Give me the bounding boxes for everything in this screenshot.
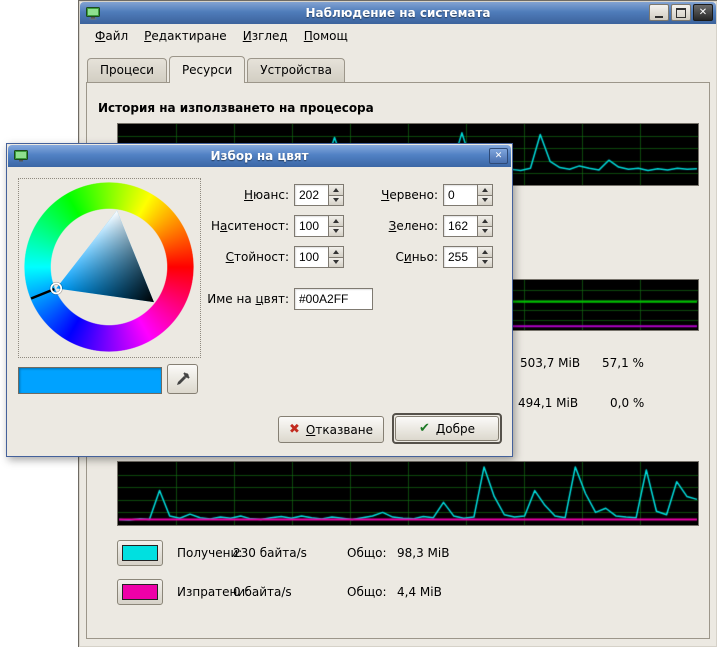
up-arrow-icon: [333, 250, 339, 254]
down-arrow-icon: [333, 198, 339, 202]
menu-help[interactable]: Помощ: [298, 27, 354, 45]
blue-input[interactable]: [443, 246, 477, 268]
maximize-icon: [676, 8, 686, 18]
eyedropper-button[interactable]: [167, 364, 198, 394]
swap-used-percent: 0,0 %: [610, 396, 644, 410]
ok-icon: ✔: [419, 422, 430, 435]
hue-decrement-button[interactable]: [328, 196, 344, 207]
received-color-button[interactable]: [117, 540, 163, 566]
tabstrip: Процеси Ресурси Устройства: [87, 56, 347, 83]
down-arrow-icon: [482, 260, 488, 264]
saturation-decrement-button[interactable]: [328, 227, 344, 238]
app-icon: [85, 5, 101, 21]
up-arrow-icon: [482, 250, 488, 254]
red-decrement-button[interactable]: [477, 196, 493, 207]
down-arrow-icon: [482, 198, 488, 202]
color-name-label: Име на цвят:: [197, 292, 289, 306]
received-total: 98,3 MiB: [397, 546, 449, 560]
green-label: Зелено:: [346, 219, 438, 233]
down-arrow-icon: [333, 260, 339, 264]
tab-resources[interactable]: Ресурси: [169, 56, 245, 83]
memory-used-amount: 503,7 MiB: [520, 356, 580, 370]
value-input[interactable]: [294, 246, 328, 268]
hue-spinbox: [294, 184, 344, 206]
received-total-label: Общо:: [347, 546, 387, 560]
value-decrement-button[interactable]: [328, 258, 344, 269]
blue-spinbox: [443, 246, 493, 268]
ok-label: Добре: [436, 422, 475, 436]
value-label: Стойност:: [197, 250, 289, 264]
received-color-swatch: [122, 545, 158, 561]
hsv-triangle[interactable]: [24, 182, 194, 352]
swap-used-amount: 494,1 MiB: [518, 396, 578, 410]
color-picker-dialog: Избор на цвят ✕: [6, 143, 513, 457]
sent-total: 4,4 MiB: [397, 585, 442, 599]
green-increment-button[interactable]: [477, 215, 493, 227]
saturation-increment-button[interactable]: [328, 215, 344, 227]
dialog-title: Избор на цвят: [8, 149, 511, 163]
network-history-chart: [117, 461, 699, 526]
main-titlebar[interactable]: Наблюдение на системата ✕: [80, 2, 716, 24]
value-spinbox: [294, 246, 344, 268]
sent-color-button[interactable]: [117, 579, 163, 605]
minimize-button[interactable]: [649, 4, 669, 21]
ok-button[interactable]: ✔ Добре: [395, 416, 499, 441]
memory-used-percent: 57,1 %: [602, 356, 644, 370]
hue-increment-button[interactable]: [328, 184, 344, 196]
color-wheel-widget[interactable]: [18, 178, 201, 358]
down-arrow-icon: [333, 229, 339, 233]
main-window-title: Наблюдение на системата: [80, 6, 716, 20]
up-arrow-icon: [482, 219, 488, 223]
up-arrow-icon: [333, 188, 339, 192]
menu-file[interactable]: Файл: [89, 27, 134, 45]
sent-color-swatch: [122, 584, 158, 600]
green-spinbox: [443, 215, 493, 237]
sent-rate: 0 байта/s: [233, 585, 292, 599]
value-increment-button[interactable]: [328, 246, 344, 258]
received-rate: 230 байта/s: [233, 546, 307, 560]
close-icon: ✕: [699, 8, 707, 18]
blue-increment-button[interactable]: [477, 246, 493, 258]
up-arrow-icon: [482, 188, 488, 192]
minimize-icon: [655, 16, 663, 18]
up-arrow-icon: [333, 219, 339, 223]
window-controls: ✕: [649, 4, 713, 21]
hue-input[interactable]: [294, 184, 328, 206]
ok-default-ring: ✔ Добре: [392, 413, 502, 444]
color-preview: [18, 367, 162, 394]
eyedropper-icon: [174, 370, 192, 388]
green-decrement-button[interactable]: [477, 227, 493, 238]
close-icon: ✕: [495, 152, 503, 161]
tab-processes[interactable]: Процеси: [87, 58, 167, 82]
red-increment-button[interactable]: [477, 184, 493, 196]
menu-edit[interactable]: Редактиране: [138, 27, 233, 45]
cancel-button[interactable]: ✖ Отказване: [278, 416, 384, 443]
close-window-button[interactable]: ✕: [693, 4, 713, 21]
blue-label: Синьо:: [346, 250, 438, 264]
tab-devices[interactable]: Устройства: [247, 58, 345, 82]
saturation-label: Наситеност:: [197, 219, 289, 233]
cancel-icon: ✖: [289, 423, 300, 436]
color-name-input[interactable]: [294, 288, 373, 310]
dialog-icon: [13, 148, 29, 164]
cpu-history-heading: История на използването на процесора: [98, 101, 374, 115]
screen: Наблюдение на системата ✕ Файл Редактира…: [0, 0, 717, 647]
green-input[interactable]: [443, 215, 477, 237]
red-input[interactable]: [443, 184, 477, 206]
red-spinbox: [443, 184, 493, 206]
cancel-label: Отказване: [306, 423, 373, 437]
saturation-input[interactable]: [294, 215, 328, 237]
saturation-spinbox: [294, 215, 344, 237]
maximize-button[interactable]: [671, 4, 691, 21]
down-arrow-icon: [482, 229, 488, 233]
triangle-black-shade: [56, 211, 154, 303]
sent-total-label: Общо:: [347, 585, 387, 599]
dialog-titlebar[interactable]: Избор на цвят ✕: [8, 145, 511, 167]
menubar: Файл Редактиране Изглед Помощ: [81, 25, 715, 46]
red-label: Червено:: [346, 188, 438, 202]
hue-label: Нюанс:: [197, 188, 289, 202]
blue-decrement-button[interactable]: [477, 258, 493, 269]
dialog-close-button[interactable]: ✕: [489, 148, 508, 164]
menu-view[interactable]: Изглед: [237, 27, 294, 45]
